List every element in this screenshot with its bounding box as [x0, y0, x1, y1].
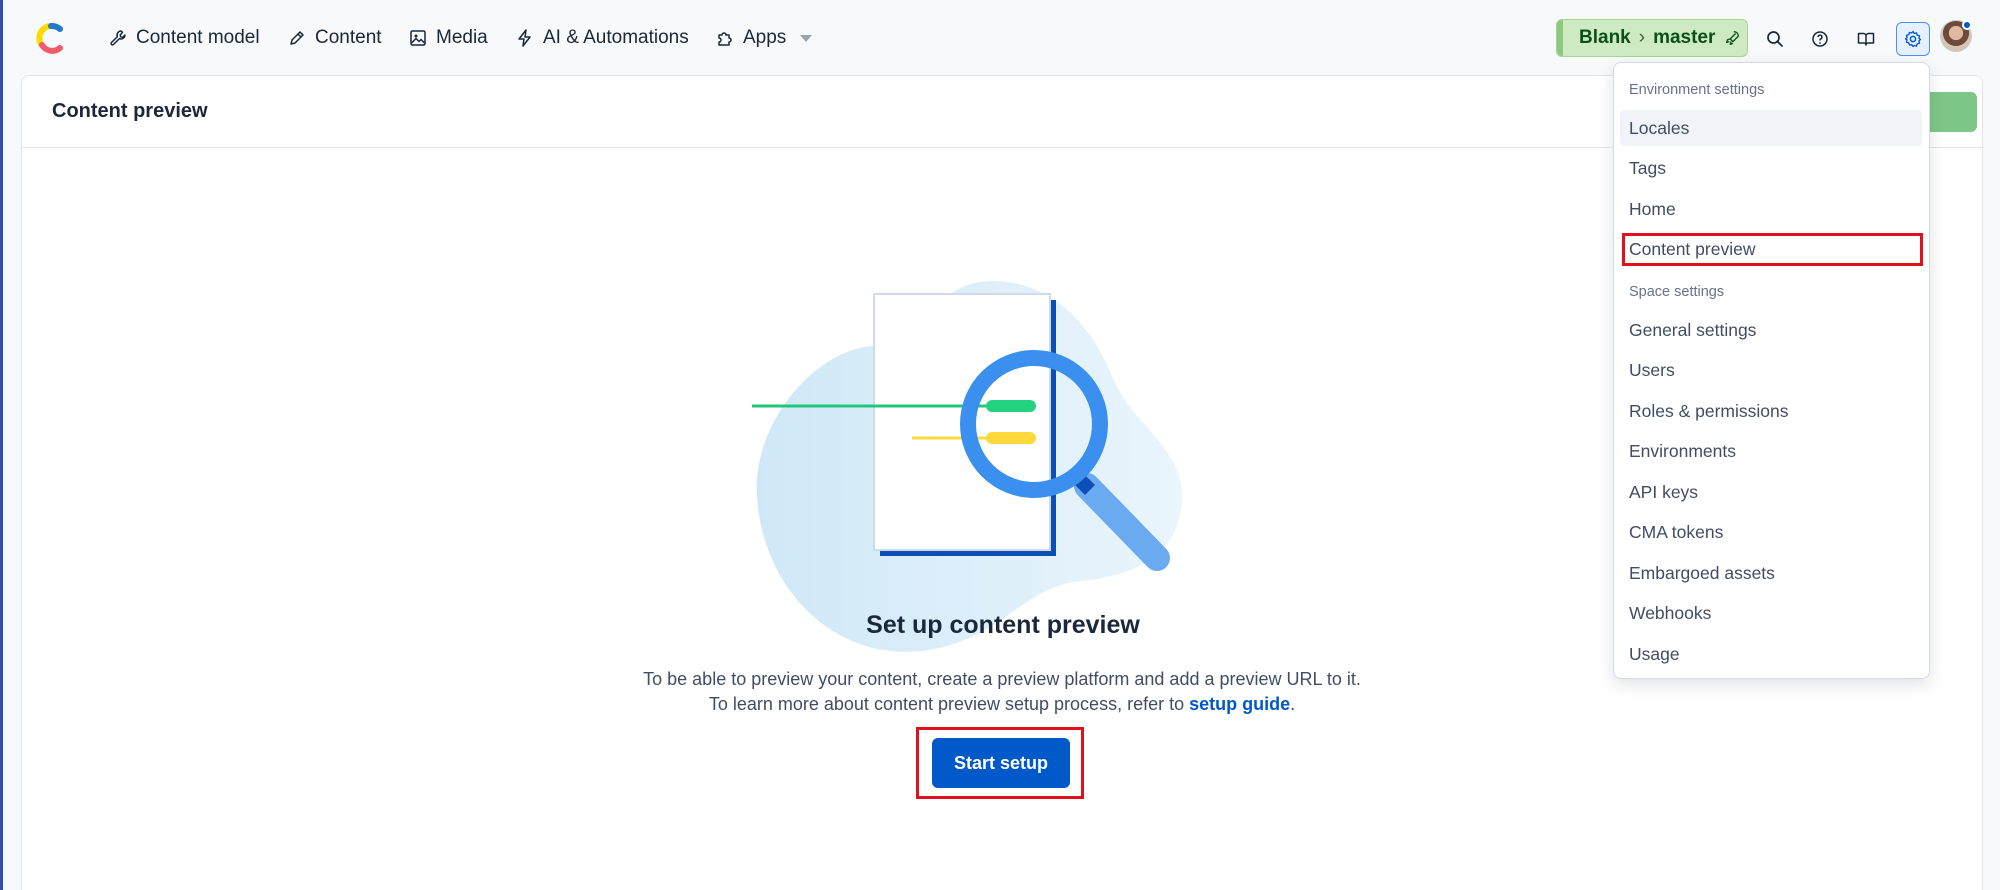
nav-label: Media — [436, 27, 488, 48]
menu-item-general-settings[interactable]: General settings — [1620, 312, 1922, 348]
window-edge — [0, 0, 3, 890]
nav-ai-automations[interactable]: AI & Automations — [515, 24, 689, 52]
menu-item-content-preview[interactable]: Content preview — [1620, 231, 1922, 267]
nav-content-model[interactable]: Content model — [108, 24, 260, 52]
setup-guide-link[interactable]: setup guide — [1189, 694, 1290, 714]
menu-item-api-keys[interactable]: API keys — [1620, 474, 1922, 510]
pen-icon — [290, 31, 304, 45]
menu-item-home[interactable]: Home — [1620, 191, 1922, 227]
content-preview-illustration — [752, 281, 1182, 652]
help-button[interactable] — [1803, 22, 1837, 56]
settings-button[interactable] — [1896, 22, 1930, 56]
page-title: Content preview — [52, 100, 208, 122]
menu-item-embargoed-assets[interactable]: Embargoed assets — [1620, 555, 1922, 591]
section-space-settings: Space settings — [1629, 284, 1725, 300]
environment-name: master — [1653, 27, 1716, 48]
image-icon — [410, 30, 426, 46]
menu-item-locales[interactable]: Locales — [1620, 110, 1922, 146]
nav-media[interactable]: Media — [408, 24, 488, 52]
docs-button[interactable] — [1849, 22, 1883, 56]
nav-content[interactable]: Content — [287, 24, 382, 52]
nav-apps[interactable]: Apps — [715, 24, 813, 52]
menu-item-usage[interactable]: Usage — [1620, 636, 1922, 672]
chevron-right-icon: › — [1638, 27, 1646, 48]
description-period: . — [1290, 694, 1296, 714]
menu-item-tags[interactable]: Tags — [1620, 150, 1922, 186]
environment-switcher[interactable]: Blank › master — [1556, 19, 1748, 57]
nav-label: Content — [315, 27, 382, 48]
menu-item-roles-permissions[interactable]: Roles & permissions — [1620, 393, 1922, 429]
section-environment-settings: Environment settings — [1629, 82, 1765, 98]
menu-item-environments[interactable]: Environments — [1620, 433, 1922, 469]
nav-label: Content model — [136, 27, 260, 48]
wrench-icon — [110, 30, 126, 46]
start-setup-button[interactable]: Start setup — [932, 738, 1070, 788]
menu-item-users[interactable]: Users — [1620, 352, 1922, 388]
search-icon — [1767, 31, 1783, 47]
puzzle-icon — [718, 32, 732, 46]
menu-item-webhooks[interactable]: Webhooks — [1620, 595, 1922, 631]
space-name: Blank — [1579, 27, 1631, 48]
nav-label: AI & Automations — [543, 27, 689, 48]
empty-state-description: To be able to preview your content, crea… — [642, 667, 1362, 717]
nav-label: Apps — [743, 27, 787, 48]
search-button[interactable] — [1758, 22, 1792, 56]
lightning-icon — [518, 29, 531, 47]
chevron-down-icon — [800, 34, 813, 42]
help-icon — [1812, 31, 1828, 47]
gear-icon — [1904, 30, 1922, 48]
notification-dot — [1962, 20, 1972, 30]
contentful-logo[interactable] — [33, 20, 69, 56]
book-icon — [1857, 32, 1875, 46]
rocket-icon — [1726, 31, 1740, 45]
menu-item-cma-tokens[interactable]: CMA tokens — [1620, 514, 1922, 550]
settings-dropdown-menu: Environment settings Locales Tags Home C… — [1613, 62, 1930, 679]
